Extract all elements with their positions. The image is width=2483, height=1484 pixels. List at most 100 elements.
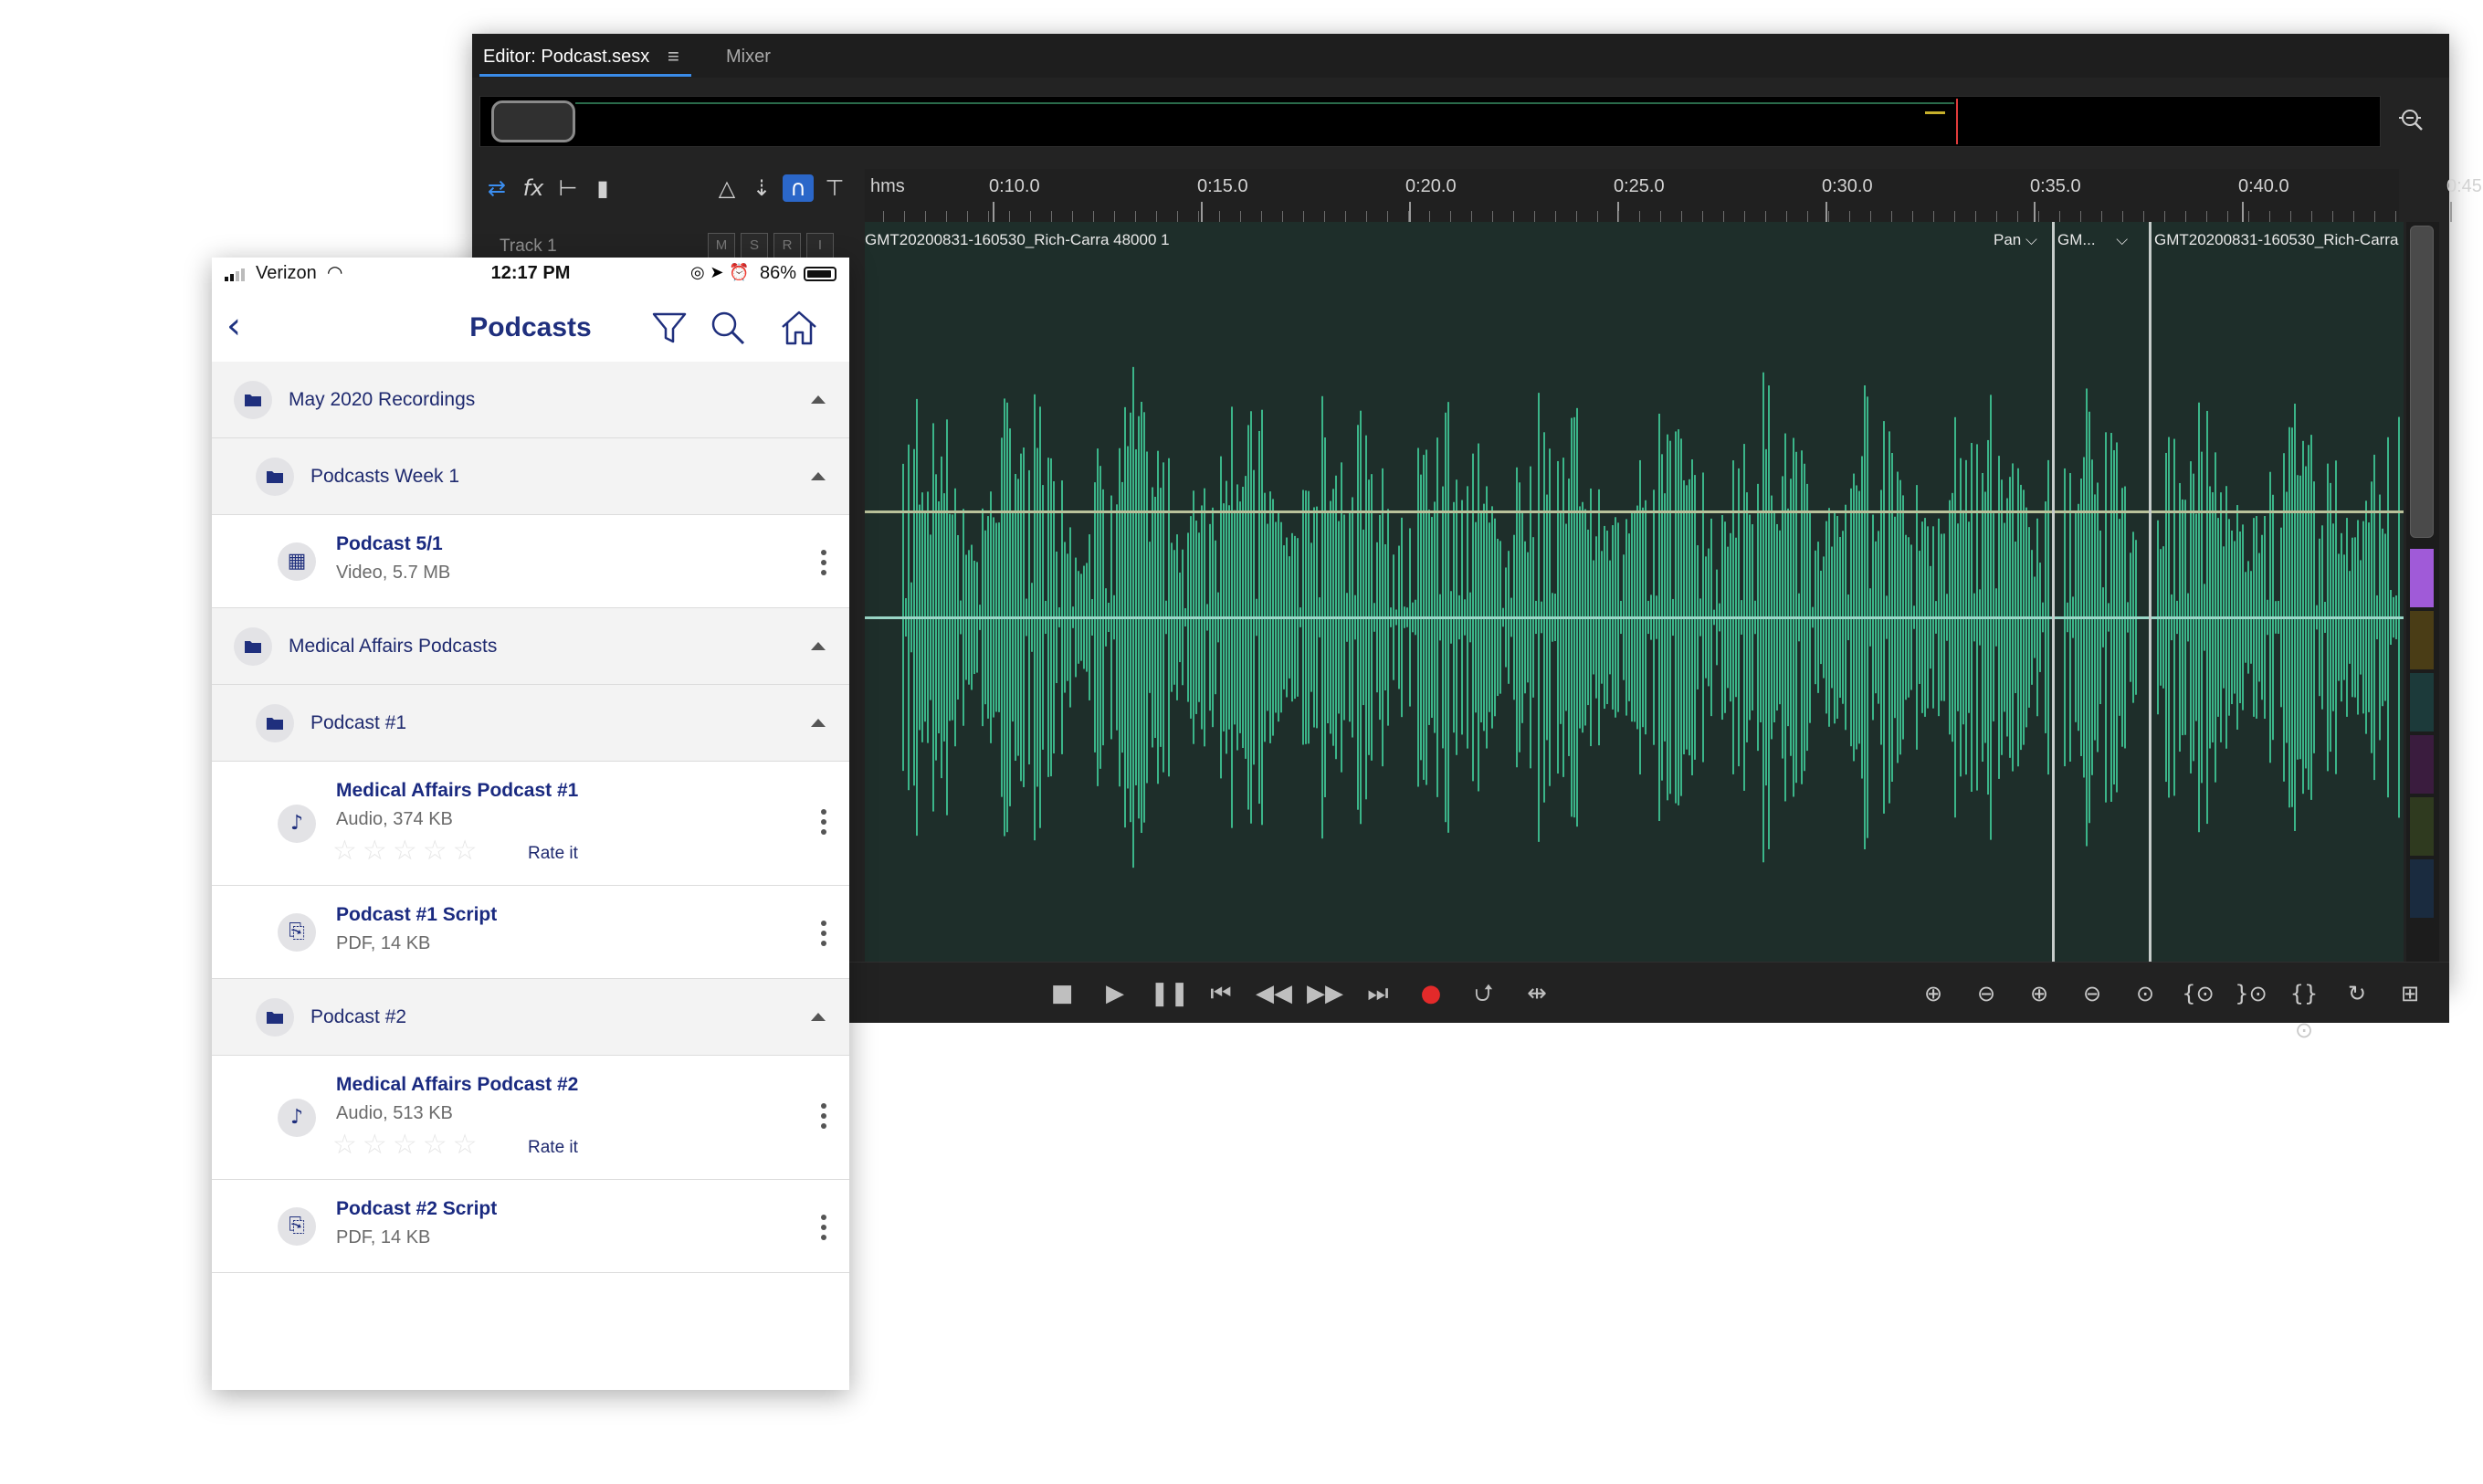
- loop-playback-icon[interactable]: ⮍: [1466, 975, 1502, 1012]
- more-options-icon[interactable]: [820, 921, 827, 951]
- clip-name[interactable]: GMT20200831-160530_Rich-Carra: [2154, 231, 2398, 249]
- file-title[interactable]: Podcast #1 Script: [336, 904, 497, 926]
- file-title[interactable]: Medical Affairs Podcast #1: [336, 780, 578, 802]
- overview-timeline[interactable]: [479, 96, 2381, 147]
- record-arm-button[interactable]: R: [773, 233, 801, 258]
- stop-icon[interactable]: ■: [1044, 975, 1080, 1012]
- more-options-icon[interactable]: [820, 809, 827, 839]
- star-icon[interactable]: ☆: [453, 1129, 483, 1161]
- snap-magnet-icon[interactable]: ∩: [783, 174, 814, 202]
- zoom-to-selection-icon[interactable]: {⊙: [2178, 975, 2218, 1012]
- skip-selection-icon[interactable]: ⇹: [1519, 975, 1555, 1012]
- file-row[interactable]: ♪ Medical Affairs Podcast #2 Audio, 513 KB…: [212, 1056, 849, 1180]
- folder-row[interactable]: May 2020 Recordings: [212, 362, 849, 438]
- panel-menu-icon[interactable]: ≡: [668, 45, 679, 68]
- scroll-thumb[interactable]: [2410, 226, 2434, 538]
- clip-name[interactable]: GMT20200831-160530_Rich-Carra 48000 1: [865, 231, 1170, 249]
- file-title[interactable]: Medical Affairs Podcast #2: [336, 1074, 578, 1096]
- pan-dropdown[interactable]: Pan ⌵: [1994, 231, 2037, 249]
- star-icon[interactable]: ☆: [332, 835, 363, 867]
- zoom-in-point-icon[interactable]: }⊙: [2231, 975, 2271, 1012]
- zoom-out-amplitude-icon[interactable]: ⊖: [1966, 975, 2006, 1012]
- star-icon[interactable]: ☆: [423, 835, 453, 867]
- fx-icon[interactable]: fx: [518, 174, 549, 202]
- collapse-caret-icon[interactable]: [811, 719, 826, 727]
- input-button[interactable]: I: [806, 233, 834, 258]
- zoom-to-fit-icon[interactable]: [2397, 105, 2426, 134]
- volume-envelope[interactable]: [865, 510, 2404, 513]
- star-icon[interactable]: ☆: [393, 835, 423, 867]
- rate-it-link[interactable]: Rate it: [528, 1138, 578, 1158]
- pan-envelope[interactable]: [865, 616, 2404, 619]
- zoom-out-time-icon[interactable]: ⊖: [2072, 975, 2112, 1012]
- time-ruler[interactable]: hms 0:10.0 0:15.0 0:20.0 0:25.0 0:30.0 0:35.0…: [865, 169, 2483, 222]
- ruler-minor-tick: [1744, 211, 1745, 222]
- clock: 12:17 PM: [490, 263, 571, 283]
- switch-arrows-icon[interactable]: ⇄: [481, 174, 512, 202]
- ruler-minor-tick: [2269, 211, 2270, 222]
- file-row[interactable]: ⎘ Podcast #2 Script PDF, 14 KB: [212, 1180, 849, 1273]
- collapse-caret-icon[interactable]: [811, 395, 826, 404]
- more-options-icon[interactable]: [820, 550, 827, 580]
- playhead-indicator[interactable]: [1956, 99, 1958, 144]
- file-row[interactable]: ⎘ Podcast #1 Script PDF, 14 KB: [212, 886, 849, 979]
- file-row[interactable]: ♪ Medical Affairs Podcast #1 Audio, 374 KB…: [212, 762, 849, 886]
- collapse-caret-icon[interactable]: [811, 472, 826, 480]
- overview-marker: [1925, 111, 1945, 114]
- star-icon[interactable]: ☆: [363, 1129, 393, 1161]
- clip-boundary[interactable]: [2052, 222, 2055, 962]
- waveform-track-area[interactable]: GMT20200831-160530_Rich-Carra 48000 1 Pa…: [865, 222, 2404, 962]
- sends-icon[interactable]: ⊢: [552, 174, 584, 202]
- rate-it-link[interactable]: Rate it: [528, 844, 578, 864]
- star-rating[interactable]: ☆☆☆☆☆: [332, 835, 483, 867]
- zoom-selected-tracks-icon[interactable]: {}⊙: [2284, 975, 2324, 1043]
- record-icon[interactable]: ●: [1413, 975, 1449, 1012]
- input-monitor-icon[interactable]: ⇣: [746, 174, 777, 202]
- folder-row[interactable]: Podcasts Week 1: [212, 438, 849, 515]
- folder-row[interactable]: Podcast #2: [212, 979, 849, 1056]
- zoom-all-tracks-icon[interactable]: ⊞: [2390, 975, 2430, 1012]
- tab-mixer[interactable]: Mixer: [726, 47, 771, 68]
- battery-level: [807, 270, 831, 278]
- star-icon[interactable]: ☆: [332, 1129, 363, 1161]
- vertical-scrollbar[interactable]: [2406, 222, 2439, 962]
- star-icon[interactable]: ☆: [423, 1129, 453, 1161]
- track-name[interactable]: Track 1: [500, 237, 557, 257]
- filter-icon[interactable]: [648, 307, 690, 349]
- fast-forward-icon[interactable]: ▶▶: [1307, 975, 1343, 1012]
- clip-boundary[interactable]: [2149, 222, 2152, 962]
- star-icon[interactable]: ☆: [453, 835, 483, 867]
- folder-row[interactable]: Podcast #1: [212, 685, 849, 762]
- zoom-reset-icon[interactable]: ↻: [2337, 975, 2377, 1012]
- collapse-caret-icon[interactable]: [811, 642, 826, 650]
- zoom-in-amplitude-icon[interactable]: ⊕: [1913, 975, 1953, 1012]
- tab-editor[interactable]: Editor: Podcast.sesx: [483, 47, 649, 68]
- pause-icon[interactable]: ❚❚: [1150, 975, 1190, 1012]
- folder-row[interactable]: Medical Affairs Podcasts: [212, 608, 849, 685]
- solo-button[interactable]: S: [741, 233, 768, 258]
- skip-to-start-icon[interactable]: ⏮: [1203, 975, 1239, 1012]
- mute-button[interactable]: M: [708, 233, 735, 258]
- rewind-icon[interactable]: ◀◀: [1256, 975, 1292, 1012]
- star-icon[interactable]: ☆: [393, 1129, 423, 1161]
- skip-to-end-icon[interactable]: ⏭: [1360, 975, 1396, 1012]
- zoom-navigator-handle[interactable]: [491, 100, 575, 142]
- marker-pin-icon[interactable]: ⊤: [819, 174, 850, 202]
- star-icon[interactable]: ☆: [363, 835, 393, 867]
- home-icon[interactable]: [778, 307, 820, 349]
- ruler-minor-tick: [967, 211, 968, 222]
- play-icon[interactable]: ▶: [1097, 975, 1133, 1012]
- file-title[interactable]: Podcast #2 Script: [336, 1198, 497, 1220]
- more-options-icon[interactable]: [820, 1103, 827, 1133]
- metronome-icon[interactable]: △: [711, 174, 742, 202]
- star-rating[interactable]: ☆☆☆☆☆: [332, 1129, 483, 1161]
- search-icon[interactable]: [707, 307, 749, 349]
- collapse-caret-icon[interactable]: [811, 1013, 826, 1021]
- file-row[interactable]: ▦ Podcast 5/1 Video, 5.7 MB: [212, 515, 849, 608]
- clip-name[interactable]: GM... ⌵: [2057, 231, 2128, 249]
- zoom-out-full-icon[interactable]: ⊙: [2125, 975, 2165, 1012]
- file-title[interactable]: Podcast 5/1: [336, 533, 443, 555]
- more-options-icon[interactable]: [820, 1215, 827, 1245]
- eq-bars-icon[interactable]: ▮: [587, 174, 618, 202]
- zoom-in-time-icon[interactable]: ⊕: [2019, 975, 2059, 1012]
